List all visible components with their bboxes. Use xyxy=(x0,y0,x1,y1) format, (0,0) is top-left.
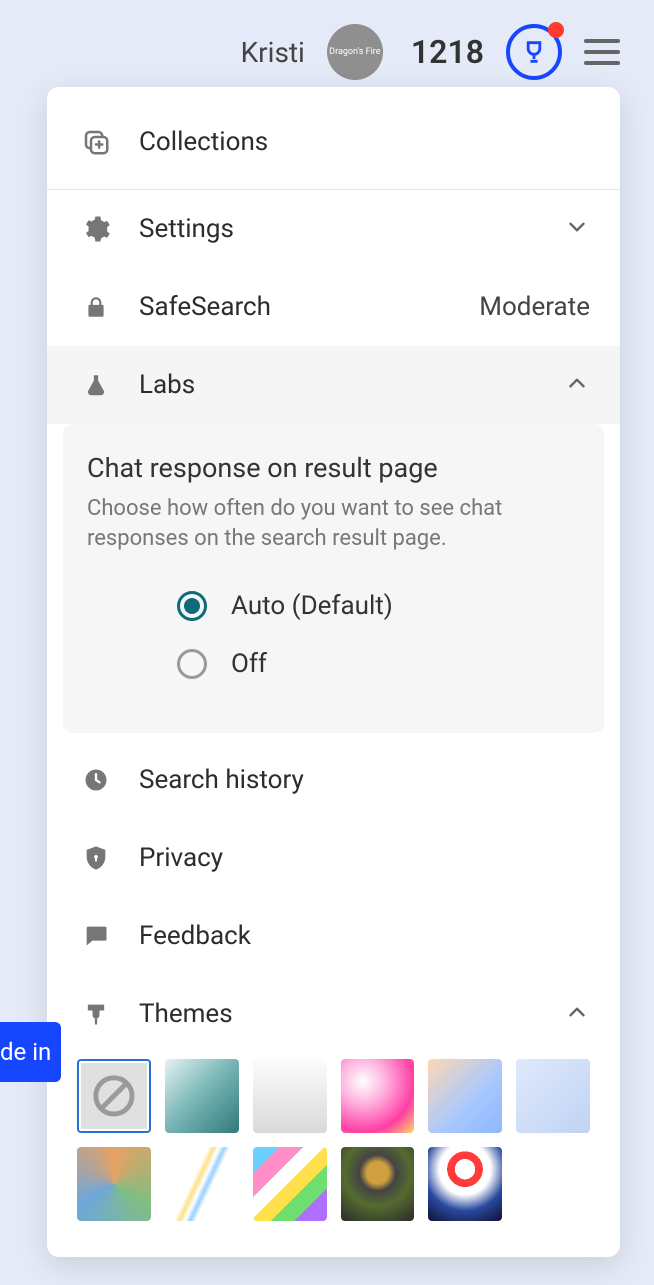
menu-item-label: Search history xyxy=(139,765,590,795)
chevron-up-icon xyxy=(564,999,590,1029)
theme-preview xyxy=(341,1059,415,1133)
hamburger-menu-button[interactable] xyxy=(584,39,620,65)
theme-swatch-ribbons[interactable] xyxy=(165,1147,239,1221)
chevron-down-icon xyxy=(564,214,590,244)
menu-item-settings[interactable]: Settings xyxy=(47,190,620,268)
labs-sub-desc: Choose how often do you want to see chat… xyxy=(87,494,580,553)
theme-swatch-pastel-swirl[interactable] xyxy=(428,1059,502,1133)
labs-option-auto[interactable]: Auto (Default) xyxy=(87,581,580,639)
chat-icon xyxy=(77,922,115,950)
theme-swatch-geo-rings[interactable] xyxy=(77,1147,151,1221)
menu-item-safesearch[interactable]: SafeSearch Moderate xyxy=(47,268,620,346)
collections-icon xyxy=(77,127,115,157)
menu-item-themes[interactable]: Themes xyxy=(47,975,620,1053)
menu-item-label: Settings xyxy=(139,214,540,244)
radio-unselected-icon xyxy=(177,649,207,679)
labs-option-off[interactable]: Off xyxy=(87,639,580,697)
menu-item-history[interactable]: Search history xyxy=(47,741,620,819)
radio-selected-icon xyxy=(177,591,207,621)
safesearch-value: Moderate xyxy=(479,292,590,322)
settings-panel: Collections Settings SafeSearch Moderate… xyxy=(47,87,620,1257)
side-pill[interactable]: de in xyxy=(0,1022,61,1082)
labs-sub-title: Chat response on result page xyxy=(87,452,580,484)
theme-preview xyxy=(341,1147,415,1221)
radio-label: Auto (Default) xyxy=(231,591,393,621)
theme-preview xyxy=(81,1063,147,1129)
side-pill-label: de in xyxy=(0,1038,51,1066)
theme-preview xyxy=(428,1059,502,1133)
clock-icon xyxy=(77,766,115,794)
theme-swatch-pride[interactable] xyxy=(253,1147,327,1221)
menu-item-label: Feedback xyxy=(139,921,590,951)
menu-item-label: Collections xyxy=(139,127,590,157)
menu-item-label: SafeSearch xyxy=(139,292,455,322)
theme-swatch-soft-grey[interactable] xyxy=(253,1059,327,1133)
theme-swatch-waves-teal[interactable] xyxy=(165,1059,239,1133)
theme-preview xyxy=(253,1147,327,1221)
menu-item-label: Labs xyxy=(139,370,540,400)
theme-preview xyxy=(165,1059,239,1133)
menu-item-feedback[interactable]: Feedback xyxy=(47,897,620,975)
paintbrush-icon xyxy=(77,1000,115,1028)
trophy-icon xyxy=(520,38,548,66)
chevron-up-icon xyxy=(564,370,590,400)
theme-swatch-masked-hero[interactable] xyxy=(428,1147,502,1221)
labs-subpanel: Chat response on result page Choose how … xyxy=(63,424,604,733)
theme-preview xyxy=(253,1059,327,1133)
top-bar: Kristi Dragon's Fire 1218 xyxy=(241,24,620,80)
theme-preview xyxy=(165,1147,239,1221)
theme-swatch-faint-blue[interactable] xyxy=(516,1059,590,1133)
avatar-label: Dragon's Fire xyxy=(329,47,380,57)
rewards-badge[interactable] xyxy=(506,24,562,80)
menu-item-label: Privacy xyxy=(139,843,590,873)
themes-grid xyxy=(47,1053,620,1257)
theme-preview xyxy=(428,1147,502,1221)
theme-swatch-halo-chief[interactable] xyxy=(341,1147,415,1221)
menu-item-label: Themes xyxy=(139,999,540,1029)
no-theme-icon xyxy=(81,1063,147,1129)
lock-icon xyxy=(77,294,115,320)
menu-item-privacy[interactable]: Privacy xyxy=(47,819,620,897)
theme-preview xyxy=(77,1147,151,1221)
radio-label: Off xyxy=(231,649,267,679)
flask-icon xyxy=(77,372,115,398)
user-name: Kristi xyxy=(241,36,305,69)
notification-dot-icon xyxy=(548,22,564,38)
theme-swatch-pink-bloom[interactable] xyxy=(341,1059,415,1133)
shield-icon xyxy=(77,844,115,872)
theme-preview xyxy=(516,1059,590,1133)
avatar[interactable]: Dragon's Fire xyxy=(327,24,383,80)
theme-swatch-none[interactable] xyxy=(77,1059,151,1133)
menu-item-collections[interactable]: Collections xyxy=(47,87,620,190)
gear-icon xyxy=(77,214,115,244)
menu-item-labs[interactable]: Labs xyxy=(47,346,620,424)
points-count[interactable]: 1218 xyxy=(411,33,484,71)
